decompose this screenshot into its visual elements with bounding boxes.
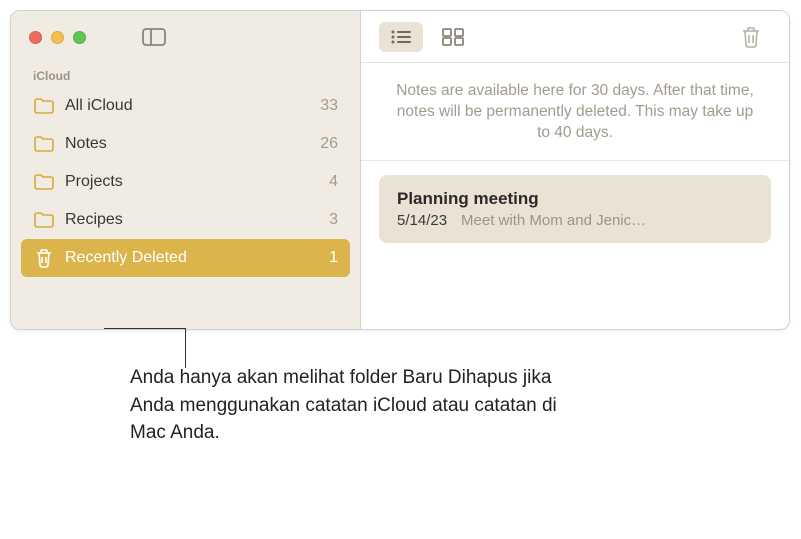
folder-list: All iCloud 33 Notes 26 Projects 4: [11, 87, 360, 277]
folder-all-icloud[interactable]: All iCloud 33: [21, 87, 350, 125]
folder-count: 26: [320, 135, 338, 153]
sidebar-section-header: iCloud: [11, 63, 360, 87]
note-list-item[interactable]: Planning meeting 5/14/23 Meet with Mom a…: [379, 175, 771, 243]
folder-label: Notes: [65, 135, 310, 153]
note-title: Planning meeting: [397, 189, 753, 209]
trash-icon: [33, 247, 55, 269]
folder-recently-deleted[interactable]: Recently Deleted 1: [21, 239, 350, 277]
main-panel: Notes are available here for 30 days. Af…: [361, 11, 789, 329]
folder-label: Recently Deleted: [65, 249, 319, 267]
sidebar-toggle-button[interactable]: [135, 23, 173, 51]
folder-icon: [33, 209, 55, 231]
folder-icon: [33, 95, 55, 117]
zoom-window-button[interactable]: [73, 31, 86, 44]
toolbar: [361, 11, 789, 63]
note-meta: 5/14/23 Meet with Mom and Jenic…: [397, 212, 753, 229]
folder-recipes[interactable]: Recipes 3: [21, 201, 350, 239]
folder-label: All iCloud: [65, 97, 310, 115]
delete-note-button[interactable]: [731, 22, 771, 52]
folder-count: 4: [329, 173, 338, 191]
folder-notes[interactable]: Notes 26: [21, 125, 350, 163]
folder-count: 1: [329, 249, 338, 267]
callout-leader-line: [185, 328, 186, 368]
folder-label: Projects: [65, 173, 319, 191]
folder-count: 33: [320, 97, 338, 115]
notes-window: iCloud All iCloud 33 Notes 26 Pro: [10, 10, 790, 330]
titlebar: [11, 11, 360, 63]
sidebar: iCloud All iCloud 33 Notes 26 Pro: [11, 11, 361, 329]
gallery-view-button[interactable]: [431, 22, 475, 52]
deleted-info-banner: Notes are available here for 30 days. Af…: [361, 63, 789, 161]
folder-icon: [33, 133, 55, 155]
minimize-window-button[interactable]: [51, 31, 64, 44]
folder-icon: [33, 171, 55, 193]
help-callout: Anda hanya akan melihat folder Baru Diha…: [130, 364, 570, 447]
folder-count: 3: [329, 211, 338, 229]
folder-label: Recipes: [65, 211, 319, 229]
note-date: 5/14/23: [397, 212, 447, 229]
list-view-button[interactable]: [379, 22, 423, 52]
close-window-button[interactable]: [29, 31, 42, 44]
folder-projects[interactable]: Projects 4: [21, 163, 350, 201]
note-preview: Meet with Mom and Jenic…: [461, 212, 753, 229]
